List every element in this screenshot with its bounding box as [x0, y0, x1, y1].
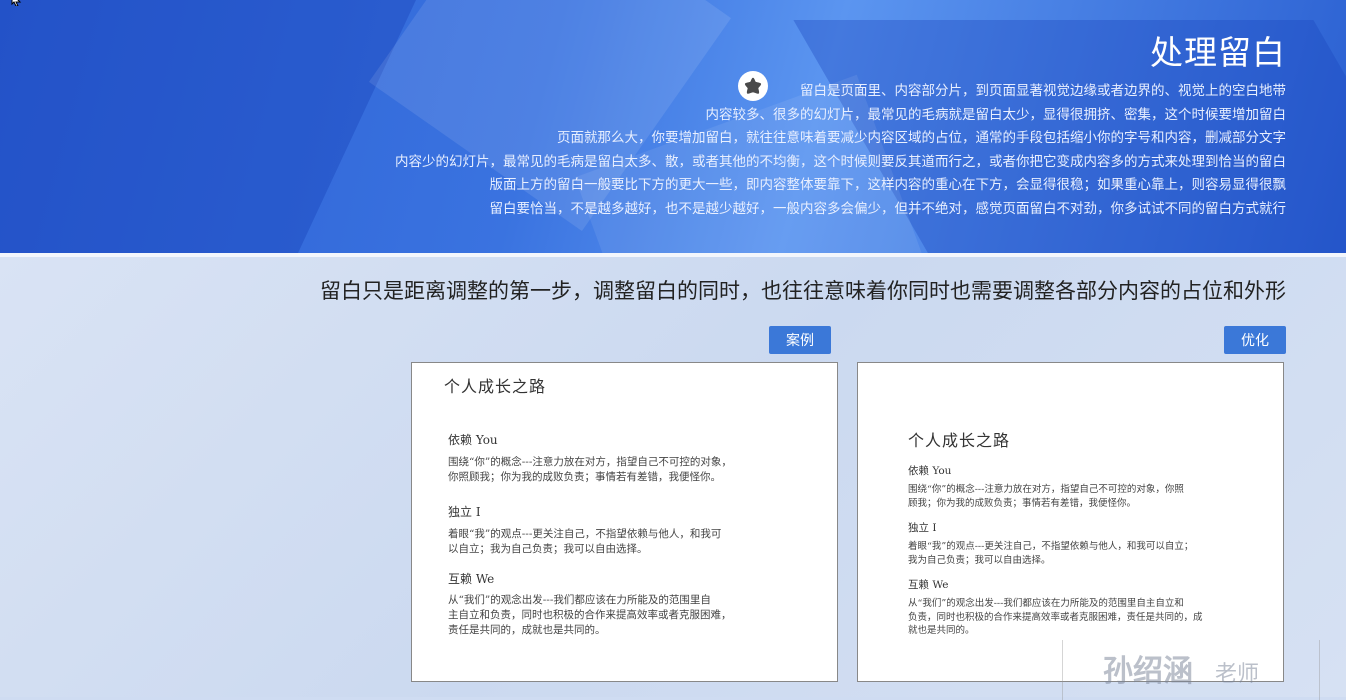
watermark-role: 老师 — [1215, 662, 1260, 687]
card-title: 个人成长之路 — [908, 431, 1011, 450]
section-heading: 独立 I — [908, 522, 937, 534]
section-subtitle: 留白只是距离调整的第一步，调整留白的同时，也往往意味着你同时也需要调整各部分内容… — [320, 279, 1286, 303]
section-body: 围绕“你”的概念---注意力放在对方，指望自己不可控的对象， 你照顾我；你为我的… — [448, 455, 732, 485]
body-line: 负责，同时也积极的合作来提高效率或者克服困难，责任是共同的，成 — [908, 611, 1203, 623]
body-line: 以自立；我为自己负责；我可以自由选择。 — [448, 543, 648, 555]
body-line: 责任是共同的，成就也是共同的。 — [448, 624, 606, 636]
section-heading: 依赖 You — [448, 433, 498, 447]
body-line: 围绕“你”的概念---注意力放在对方，指望自己不可控的对象，你照 — [908, 484, 1184, 495]
case-slide-preview: 个人成长之路 依赖 You 围绕“你”的概念---注意力放在对方，指望自己不可控… — [411, 362, 838, 682]
body-line: 顾我；你为我的成败负责；事情若有差错，我便怪你。 — [908, 497, 1137, 509]
optimized-slide-preview: 个人成长之路 依赖 You 围绕“你”的概念---注意力放在对方，指望自己不可控… — [857, 362, 1284, 682]
optimized-tag[interactable]: 优化 — [1224, 326, 1286, 354]
section-heading: 独立 I — [448, 505, 481, 519]
description-line: 留白是页面里、内容部分片，到页面显著视觉边缘或者边界的、视觉上的空白地带 — [800, 83, 1286, 99]
section-body: 着眼“我”的观点---更关注自己，不指望依赖与他人，和我可以自立； 我为自己负责… — [908, 540, 1193, 567]
description-block: 留白是页面里、内容部分片，到页面显著视觉边缘或者边界的、视觉上的空白地带 内容较… — [286, 80, 1286, 221]
description-line: 版面上方的留白一般要比下方的更大一些，即内容整体要靠下，这样内容的重心在下方，会… — [489, 177, 1287, 193]
section-body: 着眼“我”的观点---更关注自己，不指望依赖与他人，和我可 以自立；我为自己负责… — [448, 527, 721, 557]
page-title: 处理留白 — [1150, 33, 1286, 72]
author-watermark: 孙绍涵 老师 — [1062, 640, 1320, 700]
section-heading: 互赖 We — [448, 572, 495, 586]
description-line: 页面就那么大，你要增加留白，就往往意味着要减少内容区域的占位，通常的手段包括缩小… — [557, 130, 1286, 146]
body-line: 你照顾我；你为我的成败负责；事情若有差错，我便怪你。 — [448, 471, 721, 483]
section-body: 围绕“你”的概念---注意力放在对方，指望自己不可控的对象，你照 顾我；你为我的… — [908, 483, 1184, 510]
description-line: 内容较多、很多的幻灯片，最常见的毛病就是留白太少，显得很拥挤、密集，这个时候要增… — [705, 106, 1287, 123]
description-line: 留白要恰当，不是越多越好，也不是越少越好，一般内容多会偏少，但并不绝对，感觉页面… — [489, 200, 1287, 217]
body-line: 围绕“你”的概念---注意力放在对方，指望自己不可控的对象， — [448, 456, 732, 468]
body-line: 从“我们”的观念出发---我们都应该在力所能及的范围里自 — [448, 594, 711, 606]
section-heading: 依赖 You — [908, 465, 952, 477]
body-line: 从“我们”的观念出发---我们都应该在力所能及的范围里自主自立和 — [908, 598, 1184, 609]
body-line: 主自立和负责，同时也积极的合作来提高效率或者克服困难， — [448, 609, 732, 621]
watermark-name: 孙绍涵 — [1103, 654, 1193, 689]
body-line: 就也是共同的。 — [908, 625, 975, 636]
card-title: 个人成长之路 — [444, 377, 547, 396]
body-line: 我为自己负责；我可以自由选择。 — [908, 554, 1051, 566]
section-body: 从“我们”的观念出发---我们都应该在力所能及的范围里自 主自立和负责，同时也积… — [448, 593, 732, 638]
section-body: 从“我们”的观念出发---我们都应该在力所能及的范围里自主自立和 负责，同时也积… — [908, 597, 1203, 638]
description-line: 内容少的幻灯片，最常见的毛病是留白太多、散，或者其他的不均衡，这个时候则要反其道… — [395, 153, 1286, 170]
section-heading: 互赖 We — [908, 579, 949, 591]
body-line: 着眼“我”的观点---更关注自己，不指望依赖与他人，和我可以自立； — [908, 541, 1194, 552]
case-tag[interactable]: 案例 — [769, 326, 831, 354]
body-line: 着眼“我”的观点---更关注自己，不指望依赖与他人，和我可 — [448, 528, 722, 540]
mouse-cursor-icon — [11, 0, 22, 6]
